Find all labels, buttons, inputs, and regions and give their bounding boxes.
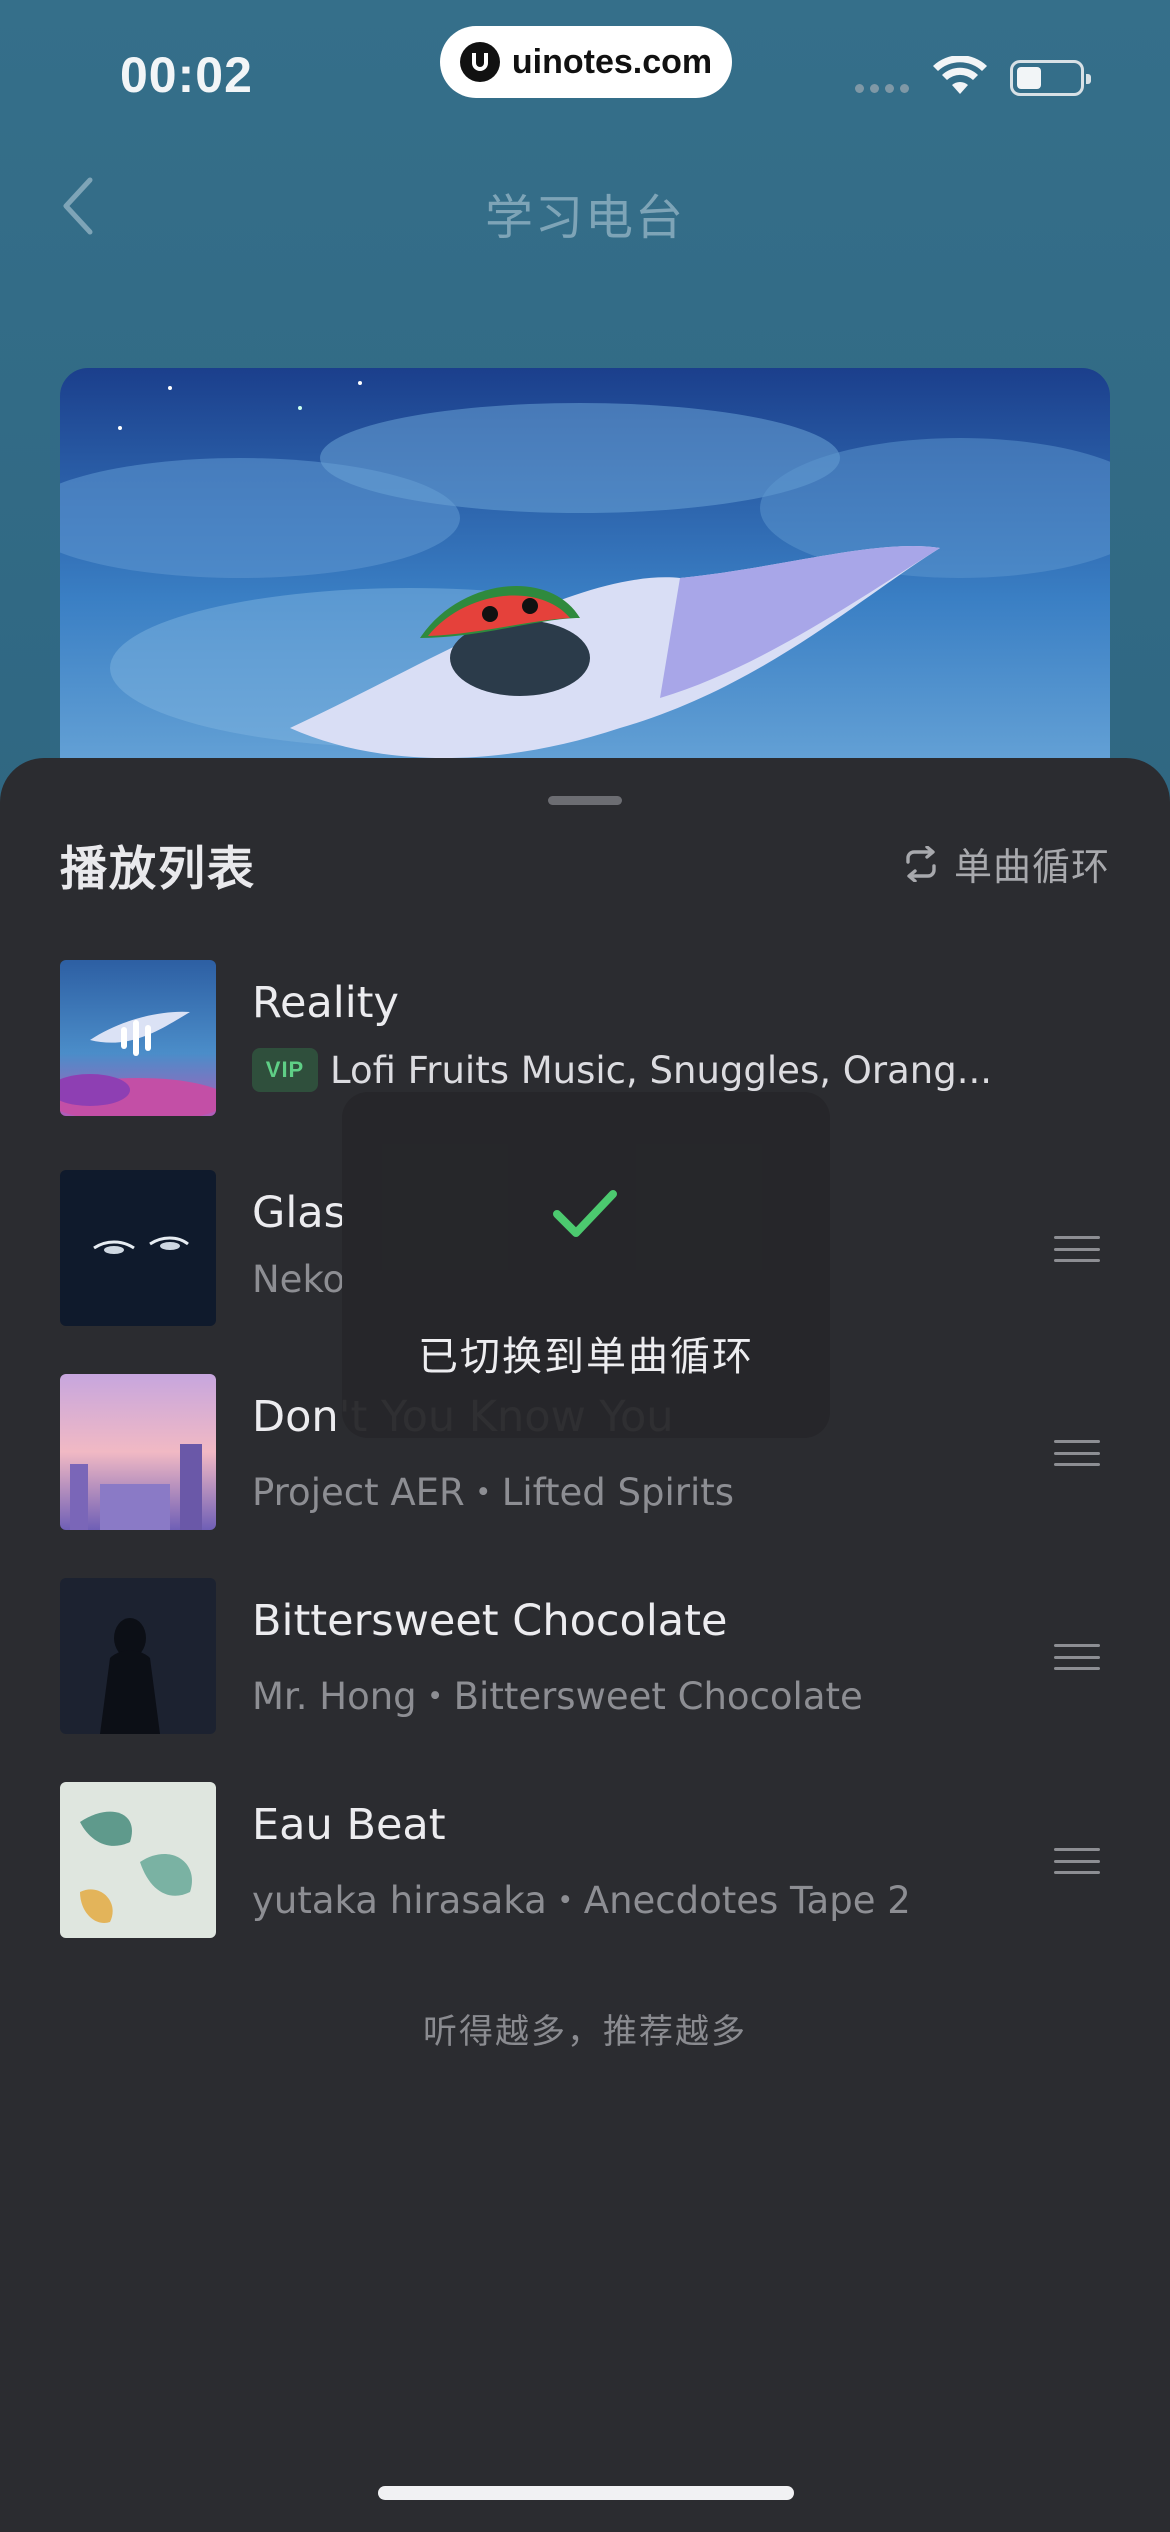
playlist-sheet: 播放列表 单曲循环 Reality VIP Lofi Fruits Music,… [0, 758, 1170, 2532]
watermark-text: uinotes.com [511, 42, 713, 81]
battery-icon [1010, 60, 1091, 96]
track-item[interactable]: Eau Beat yutaka hirasaka・Anecdotes Tape … [0, 1782, 1170, 1952]
radio-cover-image [60, 368, 1110, 788]
track-subtitle: yutaka hirasaka・Anecdotes Tape 2 [252, 1879, 911, 1922]
track-subtitle: VIP Lofi Fruits Music, Snuggles, Orang..… [252, 1048, 992, 1092]
reorder-handle-icon[interactable] [1054, 1644, 1100, 1670]
track-subtitle: Project AER・Lifted Spirits [252, 1471, 735, 1514]
track-subtitle: Neko [252, 1258, 346, 1301]
cellular-signal-icon [855, 84, 909, 93]
play-mode-label: 单曲循环 [953, 845, 1110, 889]
toast-popup: 已切换到单曲循环 [342, 1092, 830, 1438]
album-cover-image [60, 1578, 216, 1734]
track-artists: Lofi Fruits Music, Snuggles, Orang... [330, 1048, 992, 1092]
vip-badge: VIP [252, 1048, 318, 1092]
album-cover-image [60, 1170, 216, 1326]
sheet-drag-handle[interactable] [548, 796, 622, 805]
track-title: Glas [252, 1188, 347, 1238]
play-mode-button[interactable]: 单曲循环 [902, 836, 1110, 891]
watermark-badge: uinotes.com [440, 26, 732, 98]
track-title: Eau Beat [252, 1800, 446, 1850]
recommendation-hint: 听得越多，推荐越多 [423, 2012, 747, 2052]
checkmark-icon [553, 1190, 617, 1237]
watermark-logo-icon [459, 42, 500, 82]
reorder-handle-icon[interactable] [1054, 1236, 1100, 1262]
repeat-one-icon [906, 845, 936, 882]
playlist-title: 播放列表 [60, 842, 256, 897]
album-cover-image [60, 1374, 216, 1530]
toast-message: 已切换到单曲循环 [418, 1334, 754, 1380]
track-title: Reality [252, 978, 399, 1028]
reorder-handle-icon[interactable] [1054, 1440, 1100, 1466]
page-title: 学习电台 [484, 190, 685, 246]
album-cover-image [60, 1782, 216, 1938]
reorder-handle-icon[interactable] [1054, 1848, 1100, 1874]
track-item[interactable]: Bittersweet Chocolate Mr. Hong・Bitterswe… [0, 1578, 1170, 1748]
status-bar: 00:02 uinotes.com [0, 0, 1170, 150]
wifi-icon [933, 56, 987, 94]
now-playing-icon [116, 1018, 156, 1058]
track-title: Bittersweet Chocolate [252, 1596, 728, 1646]
home-indicator[interactable] [378, 2486, 794, 2500]
status-time: 00:02 [120, 47, 253, 103]
track-subtitle: Mr. Hong・Bittersweet Chocolate [252, 1675, 863, 1718]
